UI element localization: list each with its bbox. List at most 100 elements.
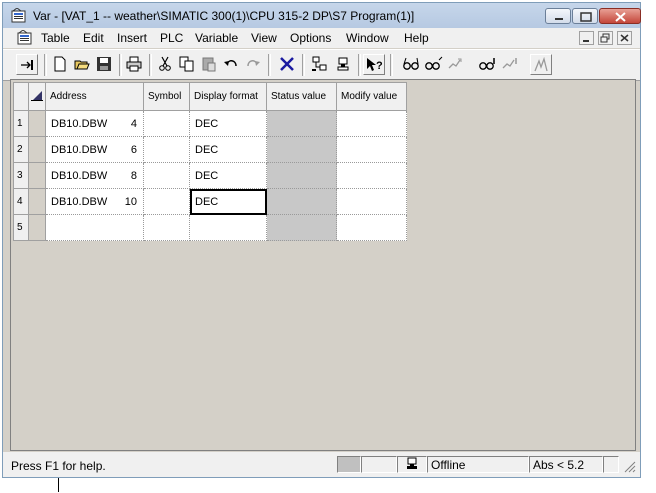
symbol-header[interactable]: Symbol [143,82,190,111]
address-cell[interactable]: DB10.DBW 4 [45,110,144,137]
variable-table-area: Address Symbol Display format Status val… [10,79,636,451]
cut-button[interactable] [155,54,177,75]
display-format-value: DEC [195,169,219,182]
display-format-cell[interactable] [189,214,267,241]
status-pane [361,456,397,473]
row-selector[interactable] [28,188,46,215]
status-help-text: Press F1 for help. [11,459,106,473]
row-number[interactable]: 2 [13,136,29,163]
address-offset: 10 [124,195,137,208]
symbol-cell[interactable] [143,214,190,241]
mdi-restore-button[interactable] [598,31,613,45]
monitor-once-button[interactable] [477,54,499,75]
display-format-cell[interactable]: DEC [189,136,267,163]
address-header[interactable]: Address [45,82,144,111]
menu-window[interactable]: Window [346,31,389,45]
menu-help[interactable]: Help [404,31,429,45]
modify-once-button[interactable] [499,54,521,75]
document-icon[interactable] [17,30,33,45]
delete-button[interactable] [277,54,299,75]
row-number[interactable]: 4 [13,188,29,215]
glasses-icon [403,57,419,70]
row-selector[interactable] [28,110,46,137]
table-row[interactable]: 5 [13,214,407,241]
maximize-button[interactable] [572,8,598,24]
row-number[interactable]: 1 [13,110,29,137]
monitor-variable-button[interactable] [401,54,423,75]
display-format-header[interactable]: Display format [189,82,267,111]
mdi-close-button[interactable] [617,31,632,45]
address-offset: 4 [130,117,137,130]
table-row[interactable]: 2 DB10.DBW 6 DEC [13,136,407,163]
minimize-icon [555,18,563,20]
insert-row-button[interactable] [16,54,38,75]
modify-value-cell[interactable] [336,214,407,241]
table-row[interactable]: 1 DB10.DBW 4 DEC [13,110,407,137]
status-value-cell [266,110,337,137]
display-format-cell-active[interactable]: DEC [189,188,267,215]
context-help-button[interactable]: ? [363,54,385,75]
symbol-cell[interactable] [143,136,190,163]
display-format-value: DEC [195,143,219,156]
symbol-cell[interactable] [143,110,190,137]
toolbar-separator [149,54,152,76]
online-button[interactable] [333,54,355,75]
close-button[interactable] [599,8,641,24]
menu-edit[interactable]: Edit [83,31,104,45]
maximize-icon [580,12,592,22]
modify-variable-button[interactable] [423,54,445,75]
row-number[interactable]: 5 [13,214,29,241]
status-value-header[interactable]: Status value [266,82,337,111]
row-selector[interactable] [28,136,46,163]
modify-value-cell[interactable] [336,188,407,215]
undo-button[interactable] [221,54,243,75]
symbol-cell[interactable] [143,188,190,215]
table-row[interactable]: 3 DB10.DBW 8 DEC [13,162,407,189]
menu-insert[interactable]: Insert [117,31,147,45]
address-cell[interactable]: DB10.DBW 8 [45,162,144,189]
menu-variable[interactable]: Variable [195,31,238,45]
redo-button[interactable] [243,54,265,75]
text-cursor-line [58,478,59,492]
toolbar: ? [3,49,640,81]
menu-plc[interactable]: PLC [160,31,183,45]
row-selector[interactable] [28,214,46,241]
modify-value-header[interactable]: Modify value [336,82,407,111]
menu-table[interactable]: Table [41,31,70,45]
modify-value-cell[interactable] [336,110,407,137]
row-number[interactable]: 3 [13,162,29,189]
toolbar-separator [119,54,122,76]
address-offset: 6 [130,143,137,156]
table-row[interactable]: 4 DB10.DBW 10 DEC [13,188,407,215]
open-button[interactable] [72,54,94,75]
new-button[interactable] [50,54,72,75]
symbol-cell[interactable] [143,162,190,189]
minimize-button[interactable] [545,8,571,24]
mdi-minimize-button[interactable] [579,31,594,45]
paste-button[interactable] [199,54,221,75]
enable-peripheral-outputs-button[interactable] [530,54,552,75]
resize-grip-icon[interactable] [624,461,636,473]
toolbar-separator [268,54,271,76]
menu-options[interactable]: Options [290,31,331,45]
modify-value-cell[interactable] [336,136,407,163]
address-cell[interactable]: DB10.DBW 10 [45,188,144,215]
address-area: DB10.DBW [51,169,108,182]
display-format-value: DEC [195,195,219,208]
address-cell[interactable] [45,214,144,241]
menu-bar: Table Edit Insert PLC Variable View Opti… [3,28,640,48]
copy-button[interactable] [177,54,199,75]
activate-modify-values-button[interactable] [445,54,467,75]
save-button[interactable] [94,54,116,75]
display-format-cell[interactable]: DEC [189,162,267,189]
save-disk-icon [97,57,111,71]
modify-value-cell[interactable] [336,162,407,189]
row-selector[interactable] [28,162,46,189]
selection-header[interactable] [28,82,46,111]
title-bar[interactable]: Var - [VAT_1 -- weather\SIMATIC 300(1)\C… [3,3,641,28]
address-cell[interactable]: DB10.DBW 6 [45,136,144,163]
print-button[interactable] [124,54,146,75]
menu-view[interactable]: View [251,31,277,45]
accessible-nodes-button[interactable] [309,54,331,75]
display-format-cell[interactable]: DEC [189,110,267,137]
